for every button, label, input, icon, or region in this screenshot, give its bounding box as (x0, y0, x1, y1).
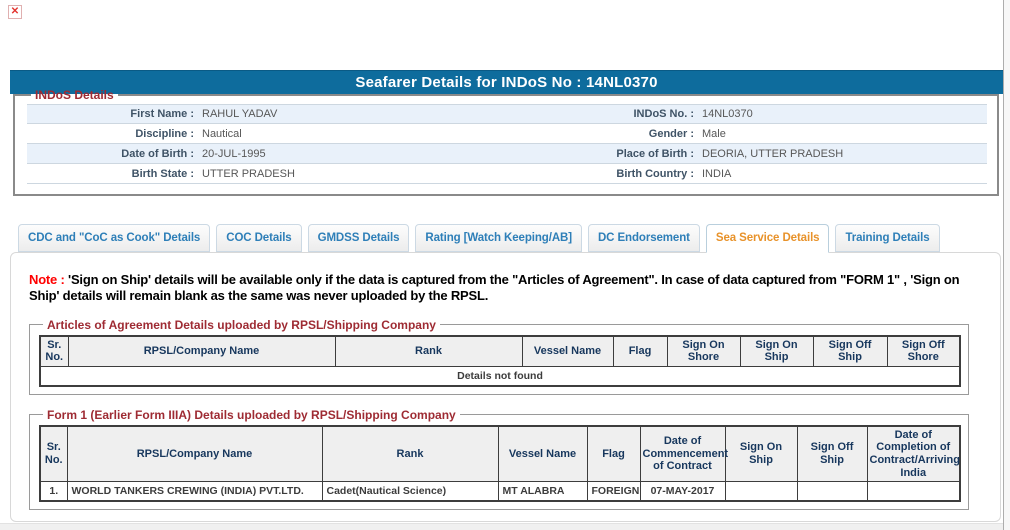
cell-flag: FOREIGN (586, 481, 641, 502)
tab-sea-service-details[interactable]: Sea Service Details (705, 224, 830, 253)
cell-vessel: MT ALABRA (497, 481, 588, 502)
label-first-name: First Name : (130, 108, 194, 120)
column-header-completion: Date of Completion of Contract/Arriving … (866, 425, 961, 483)
articles-of-agreement-fieldset: Articles of Agreement Details uploaded b… (29, 317, 969, 395)
cell-sign-on-ship (724, 481, 798, 502)
label-birth-country: Birth Country : (616, 167, 694, 180)
indos-row: First Name : RAHUL YADAV INDoS No. : 14N… (27, 104, 987, 124)
column-header-company: RPSL/Company Name (66, 425, 323, 483)
note-text: Note : 'Sign on Ship' details will be av… (29, 272, 978, 305)
value-birth-state: UTTER PRADESH (202, 167, 295, 180)
articles-header-row: Sr. No. RPSL/Company Name Rank Vessel Na… (39, 335, 961, 367)
table-row: Details not found (39, 365, 961, 387)
column-header-sign-on-shore: Sign On Shore (666, 335, 741, 367)
column-header-vessel: Vessel Name (521, 335, 614, 367)
page-bottom-strip (0, 523, 1003, 530)
column-header-sr-no: Sr. No. (39, 335, 69, 367)
label-discipline: Discipline : (135, 127, 194, 140)
tab-gmdss-details[interactable]: GMDSS Details (307, 224, 410, 252)
form1-legend: Form 1 (Earlier Form IIIA) Details uploa… (47, 407, 456, 422)
articles-of-agreement-legend: Articles of Agreement Details uploaded b… (47, 317, 436, 332)
column-header-flag: Flag (612, 335, 668, 367)
column-header-sign-on-ship: Sign On Ship (739, 335, 814, 367)
column-header-rank: Rank (334, 335, 523, 367)
value-birth-country: INDIA (702, 167, 732, 180)
value-place-of-birth: DEORIA, UTTER PRADESH (702, 147, 844, 160)
details-not-found-message: Details not found (39, 365, 961, 387)
column-header-sign-on-ship: Sign On Ship (724, 425, 798, 483)
form1-table: Sr. No. RPSL/Company Name Rank Vessel Na… (39, 424, 961, 503)
cell-sr-no: 1. (39, 481, 68, 502)
indos-row: Discipline : Nautical Gender : Male (27, 124, 987, 144)
column-header-sign-off-ship: Sign Off Ship (812, 335, 888, 367)
tab-coc-details[interactable]: COC Details (216, 224, 302, 252)
indos-row: Birth State : UTTER PRADESH Birth Countr… (27, 164, 987, 184)
indos-row: Date of Birth : 20-JUL-1995 Place of Bir… (27, 144, 987, 164)
column-header-sign-off-ship: Sign Off Ship (796, 425, 868, 483)
column-header-rank: Rank (321, 425, 499, 483)
note-label: Note : (29, 272, 65, 287)
form1-fieldset: Form 1 (Earlier Form IIIA) Details uploa… (29, 407, 969, 511)
column-header-sign-off-shore: Sign Off Shore (886, 335, 961, 367)
value-discipline: Nautical (202, 127, 242, 140)
column-header-vessel: Vessel Name (497, 425, 588, 483)
broken-image-icon: ✕ (8, 5, 22, 19)
cell-completion (866, 481, 961, 502)
articles-table: Sr. No. RPSL/Company Name Rank Vessel Na… (39, 334, 961, 387)
cell-rank: Cadet(Nautical Science) (321, 481, 499, 502)
indos-details-legend: INDoS Details (35, 88, 114, 102)
value-date-of-birth: 20-JUL-1995 (202, 147, 266, 160)
cell-commencement: 07-MAY-2017 (639, 481, 726, 502)
cell-sign-off-ship (796, 481, 868, 502)
form1-header-row: Sr. No. RPSL/Company Name Rank Vessel Na… (39, 425, 961, 483)
scrollbar[interactable] (1003, 0, 1010, 530)
label-date-of-birth: Date of Birth : (121, 147, 194, 160)
tab-training-details[interactable]: Training Details (835, 224, 940, 252)
cell-company: WORLD TANKERS CREWING (INDIA) PVT.LTD. (66, 481, 323, 502)
tab-dc-endorsement[interactable]: DC Endorsement (587, 224, 700, 252)
note-body: 'Sign on Ship' details will be available… (29, 272, 960, 304)
value-indos-no: 14NL0370 (702, 108, 753, 120)
label-place-of-birth: Place of Birth : (616, 147, 694, 160)
value-first-name: RAHUL YADAV (202, 108, 278, 120)
value-gender: Male (702, 127, 726, 140)
column-header-commencement: Date of Commencement of Contract (639, 425, 728, 483)
column-header-sr-no: Sr. No. (39, 425, 68, 483)
label-gender: Gender : (648, 127, 694, 140)
indos-details-fieldset: INDoS Details First Name : RAHUL YADAV I… (13, 88, 999, 196)
table-row: 1. WORLD TANKERS CREWING (INDIA) PVT.LTD… (39, 481, 961, 502)
label-indos-no: INDoS No. : (633, 108, 695, 120)
label-birth-state: Birth State : (131, 167, 194, 180)
sea-service-tab-panel: Note : 'Sign on Ship' details will be av… (10, 252, 1001, 522)
tab-cdc-coc-as-cook-details[interactable]: CDC and "CoC as Cook" Details (18, 224, 211, 252)
tab-bar: CDC and "CoC as Cook" Details COC Detail… (18, 224, 940, 253)
tab-rating-watch-keeping-ab[interactable]: Rating [Watch Keeping/AB] (415, 224, 582, 252)
column-header-company: RPSL/Company Name (67, 335, 336, 367)
column-header-flag: Flag (586, 425, 641, 483)
